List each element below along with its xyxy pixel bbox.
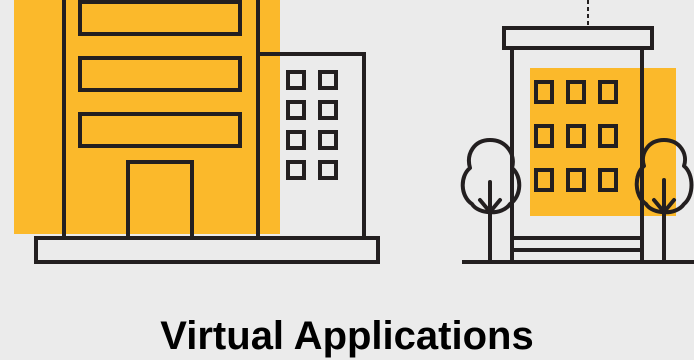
- caption-title: Virtual Applications: [160, 314, 534, 358]
- illustration: [14, 0, 694, 264]
- apartment-building-with-trees-icon: [460, 0, 694, 264]
- office-annex-windows: [286, 70, 338, 180]
- apartment-roof: [502, 26, 654, 50]
- office-base: [34, 236, 380, 264]
- office-building-icon: [14, 0, 380, 264]
- apartment-entrance: [512, 236, 642, 252]
